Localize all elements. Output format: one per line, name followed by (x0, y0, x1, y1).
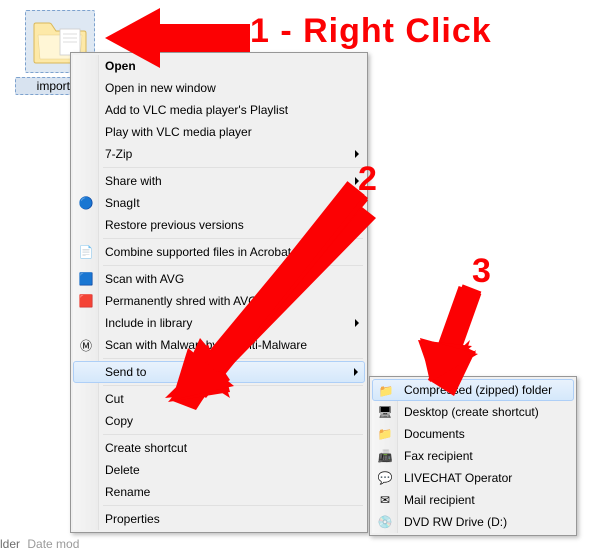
avg-shred-icon: 🟥 (78, 293, 94, 309)
zip-folder-icon: 📁 (378, 383, 394, 399)
snagit-icon: 🔵 (78, 195, 94, 211)
menu-copy[interactable]: Copy (73, 410, 365, 432)
dvd-icon: 💿 (377, 514, 393, 530)
avg-scan-icon: 🟦 (78, 271, 94, 287)
menu-restore-versions[interactable]: Restore previous versions (73, 214, 365, 236)
sendto-desktop-shortcut[interactable]: 🖥Desktop (create shortcut) (372, 401, 574, 423)
sendto-livechat[interactable]: 💬LIVECHAT Operator (372, 467, 574, 489)
mail-icon: ✉ (377, 492, 393, 508)
desktop-icon: 🖥 (377, 404, 393, 420)
sendto-dvd[interactable]: 💿DVD RW Drive (D:) (372, 511, 574, 533)
send-to-submenu: 📁Compressed (zipped) folder 🖥Desktop (cr… (369, 376, 577, 536)
menu-separator (103, 505, 363, 506)
statusbar-text: lder (0, 537, 20, 551)
menu-play-vlc[interactable]: Play with VLC media player (73, 121, 365, 143)
sendto-compressed[interactable]: 📁Compressed (zipped) folder (372, 379, 574, 401)
menu-open[interactable]: Open (73, 55, 365, 77)
menu-separator (103, 434, 363, 435)
menu-separator (103, 167, 363, 168)
menu-separator (103, 238, 363, 239)
menu-scan-avg[interactable]: 🟦Scan with AVG (73, 268, 365, 290)
menu-create-shortcut[interactable]: Create shortcut (73, 437, 365, 459)
menu-snagit[interactable]: 🔵SnagIt (73, 192, 365, 214)
submenu-arrow-icon (354, 368, 358, 376)
sendto-documents[interactable]: 📁Documents (372, 423, 574, 445)
annotation-step1: 1 - Right Click (250, 12, 492, 51)
menu-rename[interactable]: Rename (73, 481, 365, 503)
documents-icon: 📁 (377, 426, 393, 442)
menu-shred-avg[interactable]: 🟥Permanently shred with AVG (73, 290, 365, 312)
menu-properties[interactable]: Properties (73, 508, 365, 530)
annotation-step2: 2 (358, 160, 378, 199)
fax-icon: 📠 (377, 448, 393, 464)
context-menu: Open Open in new window Add to VLC media… (70, 52, 368, 533)
menu-separator (103, 265, 363, 266)
menu-cut[interactable]: Cut (73, 388, 365, 410)
livechat-icon: 💬 (377, 470, 393, 486)
acrobat-icon: 📄 (78, 244, 94, 260)
annotation-step3: 3 (472, 252, 492, 291)
submenu-arrow-icon (355, 150, 359, 158)
menu-combine-acrobat[interactable]: 📄Combine supported files in Acrobat... (73, 241, 365, 263)
menu-share-with[interactable]: Share with (73, 170, 365, 192)
statusbar: lder Date mod (0, 537, 79, 551)
sendto-mail[interactable]: ✉Mail recipient (372, 489, 574, 511)
statusbar-date-label: Date mod (27, 537, 79, 551)
menu-open-new-window[interactable]: Open in new window (73, 77, 365, 99)
menu-separator (103, 358, 363, 359)
menu-7zip[interactable]: 7-Zip (73, 143, 365, 165)
sendto-fax[interactable]: 📠Fax recipient (372, 445, 574, 467)
malwarebytes-icon: Ⓜ (78, 337, 94, 353)
menu-separator (103, 385, 363, 386)
menu-send-to[interactable]: Send to (73, 361, 365, 383)
menu-add-vlc-playlist[interactable]: Add to VLC media player's Playlist (73, 99, 365, 121)
menu-scan-malwarebytes[interactable]: ⓂScan with Malwarebytes Anti-Malware (73, 334, 365, 356)
submenu-arrow-icon (355, 319, 359, 327)
menu-include-library[interactable]: Include in library (73, 312, 365, 334)
menu-delete[interactable]: Delete (73, 459, 365, 481)
